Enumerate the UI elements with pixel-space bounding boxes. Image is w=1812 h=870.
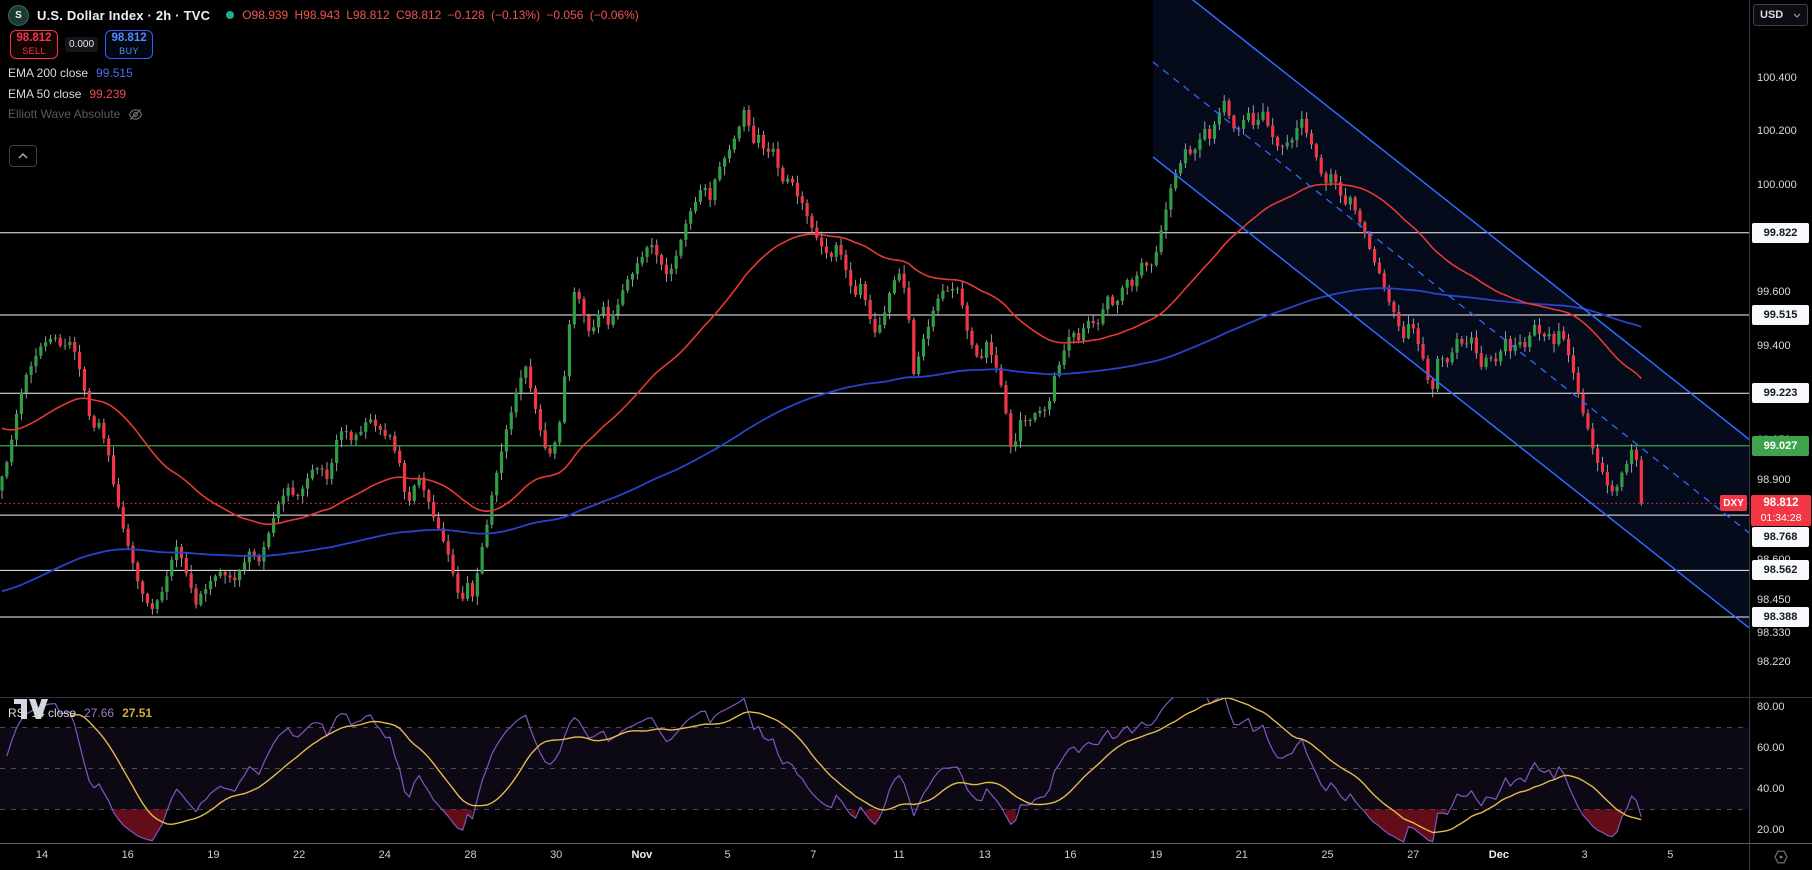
last-price-label: 98.812 01:34:28: [1751, 494, 1811, 526]
ema200-value: 99.515: [96, 66, 133, 80]
chart-header: S U.S. Dollar Index · 2h · TVC O98.939 H…: [8, 4, 639, 26]
price-axis-label: 99.600: [1757, 286, 1791, 299]
buy-price: 98.812: [111, 31, 147, 44]
price-axis-label: 98.220: [1757, 656, 1791, 669]
time-axis-settings[interactable]: [1750, 844, 1812, 870]
rsi-name: RSI 14 close: [8, 706, 77, 720]
ema200-name: EMA 200 close: [8, 66, 89, 80]
price-level-label: 99.515: [1752, 304, 1809, 325]
buy-label: BUY: [119, 46, 139, 57]
price-level-label: 98.388: [1752, 607, 1809, 628]
market-open-dot-icon: [226, 11, 235, 19]
bar-countdown: 01:34:28: [1760, 511, 1802, 524]
time-axis-label: 19: [1149, 849, 1163, 861]
time-axis-label: 5: [724, 849, 731, 861]
currency-selector[interactable]: USD: [1753, 4, 1808, 26]
spread-value: 0.000: [65, 37, 99, 52]
time-axis-label: 7: [810, 849, 817, 861]
time-axis[interactable]: 14 16 19 22 24 28 30 Nov 5 7 11 13 16 19 21 25 27 Dec 3 5: [0, 844, 1749, 870]
price-axis-label: 98.450: [1757, 594, 1791, 607]
time-axis-label: 21: [1235, 849, 1248, 861]
time-axis-label: 27: [1407, 849, 1420, 861]
time-axis-label: 24: [378, 849, 391, 861]
eye-off-icon[interactable]: [128, 107, 143, 122]
buy-button[interactable]: 98.812 BUY: [105, 30, 154, 59]
rsi-axis-label: 40.00: [1757, 783, 1785, 795]
symbol-title[interactable]: U.S. Dollar Index · 2h · TVC: [37, 8, 210, 23]
chart-plot-area[interactable]: [0, 0, 1749, 843]
time-axis-label: 11: [893, 849, 905, 861]
legend-elliott-wave[interactable]: Elliott Wave Absolute: [8, 106, 143, 122]
price-axis[interactable]: USD 98.812 01:34:28 100.400 100.200 100.00…: [1750, 0, 1812, 843]
price-axis-label: 100.200: [1757, 125, 1797, 138]
time-axis-label: 3: [1581, 849, 1588, 861]
ohlc-values: O98.939 H98.943 L98.812 C98.812 −0.128 (…: [242, 8, 639, 22]
channel-fill: [1153, 0, 1749, 628]
time-axis-label: Dec: [1488, 849, 1509, 861]
price-axis-label: 100.000: [1757, 179, 1797, 191]
time-axis-label: 13: [978, 849, 991, 861]
chevron-down-icon: [1793, 13, 1801, 18]
time-axis-label: Nov: [631, 849, 653, 861]
legend-collapse-button[interactable]: [9, 145, 37, 167]
currency-label: USD: [1760, 9, 1784, 21]
legend-rsi[interactable]: RSI 14 close 27.66 27.51: [8, 705, 152, 721]
time-axis-label: 14: [35, 849, 49, 861]
rsi-axis-label: 60.00: [1757, 742, 1785, 754]
symbol-logo: S: [8, 4, 29, 26]
time-axis-label: 19: [207, 849, 220, 861]
price-axis-label: 99.400: [1757, 339, 1791, 352]
price-level-label: 98.768: [1752, 527, 1809, 548]
last-price-value: 98.812: [1763, 496, 1799, 509]
time-axis-label: 16: [1064, 849, 1077, 861]
legend-ema50[interactable]: EMA 50 close 99.239: [8, 86, 126, 102]
price-level-label: 98.562: [1752, 560, 1809, 581]
legend-ema200[interactable]: EMA 200 close 99.515: [8, 65, 133, 81]
rsi-axis-label: 20.00: [1757, 824, 1785, 836]
time-axis-label: 28: [464, 849, 477, 861]
price-level-label: 99.822: [1752, 222, 1809, 243]
price-level-label: 99.027: [1752, 435, 1809, 456]
sell-label: SELL: [22, 46, 46, 57]
time-axis-label: 22: [292, 849, 306, 861]
time-axis-label: 25: [1321, 849, 1334, 861]
rsi-axis-label: 80.00: [1757, 701, 1785, 713]
pane-divider[interactable]: [0, 697, 1812, 698]
hexagon-target-icon: [1774, 850, 1788, 864]
dxy-line-tag: DXY: [1720, 495, 1747, 512]
tradingview-chart-window: S U.S. Dollar Index · 2h · TVC O98.939 H…: [0, 0, 1812, 870]
sell-button[interactable]: 98.812 SELL: [10, 30, 58, 59]
price-level-label: 99.223: [1752, 383, 1809, 404]
time-axis-label: 16: [121, 849, 134, 861]
rsi-ma-value: 27.51: [122, 706, 153, 720]
price-axis-label: 100.400: [1757, 71, 1797, 84]
price-chart-canvas: [0, 0, 1749, 843]
sell-price: 98.812: [16, 31, 52, 44]
chevron-up-icon: [18, 153, 28, 159]
elliott-wave-name: Elliott Wave Absolute: [8, 107, 121, 121]
time-axis-label: 30: [550, 849, 563, 861]
trade-buttons: 98.812 SELL 0.000 98.812 BUY: [10, 30, 154, 59]
time-axis-label: 5: [1667, 849, 1674, 861]
rsi-value: 27.66: [84, 706, 115, 720]
ema50-name: EMA 50 close: [8, 87, 82, 101]
price-axis-label: 98.900: [1757, 473, 1791, 486]
ema50-value: 99.239: [89, 87, 127, 101]
